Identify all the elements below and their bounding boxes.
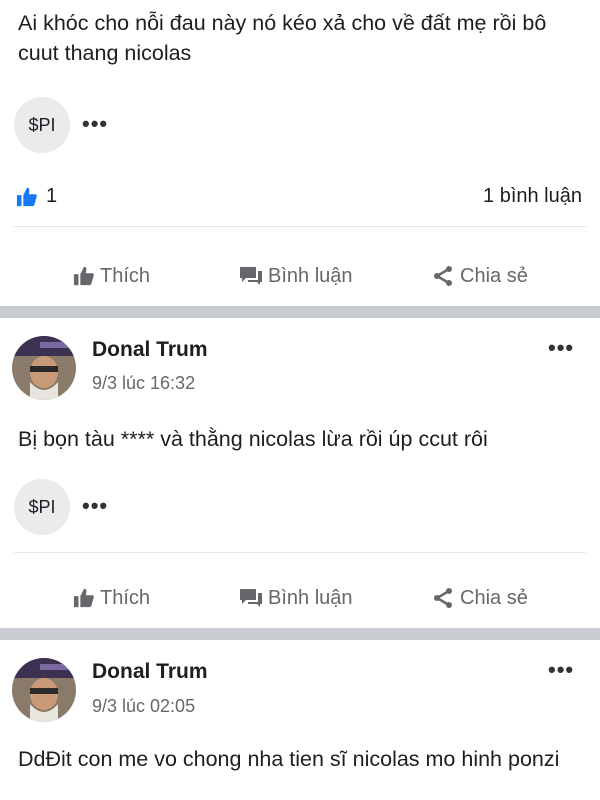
share-button[interactable]: Chia sẻ [430, 254, 528, 298]
comment-timestamp[interactable]: 9/3 lúc 16:32 [92, 373, 195, 394]
reaction-summary: 1 1 bình luận [0, 178, 600, 218]
comment-button-label: Bình luận [268, 264, 353, 287]
like-button[interactable]: Thích [72, 576, 150, 620]
hashtag-chip[interactable]: $PI [14, 479, 70, 535]
action-bar: Thích Bình luận Chia sẻ [0, 254, 600, 298]
share-button-label: Chia sẻ [460, 586, 528, 609]
like-button-label: Thích [100, 264, 151, 287]
like-button[interactable]: Thích [72, 254, 150, 298]
comment-button[interactable]: Bình luận [238, 254, 353, 298]
thumbs-up-icon [16, 187, 37, 207]
avatar-image [12, 336, 76, 400]
comment-timestamp[interactable]: 9/3 lúc 02:05 [92, 696, 195, 717]
comment-text: Bị bọn tàu **** và thằng nicolas lừa rồi… [18, 427, 488, 451]
divider [14, 552, 586, 553]
share-button-label: Chia sẻ [460, 264, 528, 287]
comment-author[interactable]: Donal Trum [92, 660, 208, 684]
like-count[interactable]: 1 [46, 185, 57, 208]
comment-button-label: Bình luận [268, 586, 353, 609]
share-button[interactable]: Chia sẻ [430, 576, 528, 620]
comment-icon [240, 589, 262, 607]
comment-button[interactable]: Bình luận [238, 576, 353, 620]
avatar-image [12, 658, 76, 722]
hashtag-chip[interactable]: $PI [14, 97, 70, 153]
comment-text: DdĐit con me vo chong nha tien sĩ nicola… [18, 747, 560, 771]
divider [14, 226, 586, 227]
comment-author[interactable]: Donal Trum [92, 338, 208, 362]
avatar[interactable] [12, 336, 76, 400]
share-icon [434, 266, 452, 286]
comment-icon [240, 267, 262, 285]
action-bar: Thích Bình luận Chia sẻ [0, 576, 600, 620]
comment-menu-icon[interactable]: ••• [548, 659, 574, 681]
comment-menu-icon[interactable]: ••• [548, 337, 574, 359]
post-separator [0, 306, 600, 318]
more-options-icon[interactable]: ••• [82, 495, 108, 517]
like-button-label: Thích [100, 586, 151, 609]
avatar[interactable] [12, 658, 76, 722]
comment-count[interactable]: 1 bình luận [483, 185, 582, 208]
thumbs-up-icon [73, 588, 94, 608]
thumbs-up-icon [73, 266, 94, 286]
share-icon [434, 588, 452, 608]
post-text: Ai khóc cho nỗi đau này nó kéo xả cho về… [18, 11, 547, 65]
post-separator [0, 628, 600, 640]
more-options-icon[interactable]: ••• [82, 113, 108, 135]
